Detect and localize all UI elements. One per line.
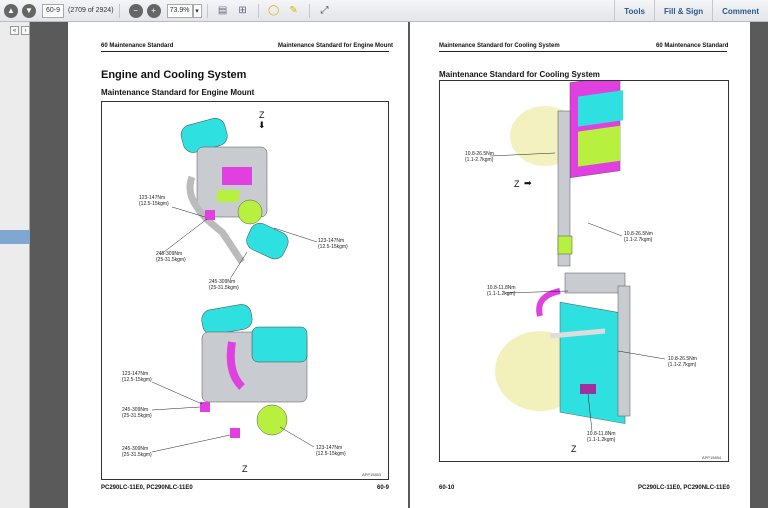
zoom-out-button[interactable]: −	[128, 3, 143, 18]
header-left: 60 Maintenance Standard	[101, 43, 174, 49]
divider	[308, 3, 310, 18]
cooling-system-figure: Z ➡ 10.8-26.5Nm {1.1-2.7kgm} 10.8-26.5Nm{…	[439, 80, 729, 462]
torque-label: 10.8-26.5Nm {1.1-2.7kgm}	[668, 356, 697, 368]
torque-label: 10.8-26.5Nm {1.1-2.7kgm}	[624, 231, 653, 243]
footer-model: PC290LC-11E0, PC290NLC-11E0	[638, 485, 730, 491]
torque-label: 123-147Nm {12.5-15kgm}	[316, 445, 346, 457]
expand-icon[interactable]: ›	[21, 26, 30, 35]
torque-label: 245-309Nm {25-31.5kgm}	[122, 446, 152, 458]
torque-label: 245-309Nm {25-31.5kgm}	[156, 251, 186, 263]
header-rule	[439, 51, 727, 52]
torque-label: 245-309Nm {25-31.5kgm}	[122, 407, 152, 419]
radiator-illustration	[489, 81, 666, 432]
torque-label: 245-309Nm {25-31.5kgm}	[209, 279, 239, 291]
header-right: Maintenance Standard for Engine Mount	[278, 43, 394, 49]
section-title: Maintenance Standard for Engine Mount	[101, 88, 255, 97]
page-count: (2709 of 2924)	[68, 7, 114, 14]
footer-page-number: 60-10	[439, 485, 455, 491]
highlight-icon[interactable]: ✎	[288, 5, 300, 17]
torque-label: 10.8-11.8Nm {1.1-1.2kgm}	[587, 431, 616, 443]
view-z-label: Z	[514, 179, 520, 189]
engine-top-view	[180, 118, 289, 264]
divider	[206, 3, 208, 18]
toolbar: ▲ ▼ 60-9 (2709 of 2924) − + 73.9% ▾ ▤ ⊞ …	[0, 0, 768, 22]
next-page-button[interactable]: ▼	[22, 3, 36, 18]
zoom-in-button[interactable]: +	[146, 3, 161, 18]
navigation-panel: « ›	[0, 22, 30, 508]
footer-model: PC290LC-11E0, PC290NLC-11E0	[101, 485, 193, 491]
fullscreen-icon[interactable]: ⤢	[319, 5, 331, 17]
fit-page-icon[interactable]: ▤	[217, 5, 229, 17]
section-title: Maintenance Standard for Cooling System	[439, 70, 600, 79]
tools-button[interactable]: Tools	[614, 0, 654, 22]
zoom-input[interactable]: 73.9%	[166, 3, 193, 18]
collapse-icon[interactable]: «	[10, 26, 19, 35]
figure-code: APP15853	[362, 472, 382, 477]
page-title: Engine and Cooling System	[101, 69, 247, 81]
view-z-label: Z	[571, 444, 577, 454]
torque-label: 123-147Nm {12.5-15kgm}	[139, 195, 169, 207]
header-rule	[101, 51, 389, 52]
scrollbar[interactable]	[752, 22, 768, 508]
view-z-label: Z	[259, 110, 265, 120]
torque-label: 123-147Nm {12.5-15kgm}	[318, 238, 348, 250]
engine-mount-figure: Z ⬇ 123-147Nm {12.5-15kgm} 245-309Nm {25-3…	[101, 101, 389, 480]
fill-sign-button[interactable]: Fill & Sign	[654, 0, 712, 22]
previous-page-button[interactable]: ▲	[4, 3, 18, 18]
page-number-input[interactable]: 60-9	[42, 3, 64, 18]
fit-width-icon[interactable]: ⊞	[237, 5, 249, 17]
torque-label: 10.8-11.8Nm {1.1-1.2kgm}	[487, 285, 516, 297]
divider	[118, 3, 120, 18]
torque-label: 123-147Nm {12.5-15kgm}	[122, 371, 152, 383]
divider	[257, 3, 259, 18]
comment-bubble-icon[interactable]: ◯	[268, 5, 280, 17]
engine-illustration	[151, 118, 318, 453]
header-right: 60 Maintenance Standard	[656, 43, 729, 49]
arrow-right-icon: ➡	[524, 178, 532, 188]
zoom-dropdown-icon[interactable]: ▾	[192, 3, 202, 18]
radiator-top-view	[510, 81, 623, 267]
view-z-label: Z	[242, 464, 248, 474]
engine-bottom-view	[200, 304, 308, 438]
footer-page-number: 60-9	[377, 485, 390, 491]
comment-button[interactable]: Comment	[712, 0, 768, 22]
torque-label: 10.8-26.5Nm {1.1-2.7kgm}	[465, 151, 494, 163]
selected-thumbnail[interactable]	[0, 230, 30, 244]
header-left: Maintenance Standard for Cooling System	[439, 43, 560, 49]
figure-code: APP15854	[702, 455, 722, 460]
arrow-down-icon: ⬇	[258, 120, 266, 130]
